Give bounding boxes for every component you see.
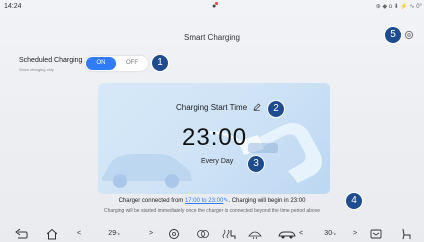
temp-right-decrease-button[interactable]: <: [296, 228, 306, 240]
fan-icon[interactable]: [168, 228, 182, 240]
repeat-label[interactable]: Every Day: [201, 158, 233, 165]
edit-pencil-icon[interactable]: [253, 103, 261, 111]
time-range-link[interactable]: 17:00 to 23:00: [185, 198, 223, 204]
app-indicator-icon: ●: [212, 2, 218, 10]
toggle-off-option[interactable]: OFF: [118, 57, 146, 70]
ac-icon[interactable]: [196, 228, 212, 240]
bottom-navbar: < 29°c > < 30°c >: [0, 226, 424, 242]
callout-5: 5: [385, 27, 401, 43]
scheduled-charging-toggle[interactable]: ON OFF: [85, 56, 148, 71]
temp-left-increase-button[interactable]: >: [146, 228, 156, 240]
callout-3: 3: [248, 156, 264, 172]
back-icon[interactable]: [14, 228, 30, 240]
temp-left-decrease-button[interactable]: <: [74, 228, 84, 240]
charging-note-text: Charging will be started immediately onc…: [104, 208, 320, 214]
scheduled-charging-label: Scheduled Charging: [19, 57, 83, 64]
charging-start-time-value[interactable]: 23:00: [182, 124, 247, 152]
callout-2: 2: [268, 101, 284, 117]
seat-icon[interactable]: [400, 228, 414, 240]
settings-gear-icon[interactable]: [404, 30, 414, 40]
display-icon[interactable]: [370, 228, 384, 240]
seat-heat-icon[interactable]: [222, 228, 238, 240]
right-temperature[interactable]: 30°c: [318, 228, 342, 240]
status-icons: ⊕ ◆ ɑ ⬇ ⚡ ∿ 0°: [375, 4, 422, 10]
defrost-icon[interactable]: [248, 228, 264, 240]
toggle-on-option[interactable]: ON: [86, 57, 116, 70]
callout-1: 1: [152, 55, 168, 71]
temp-right-increase-button[interactable]: >: [350, 228, 360, 240]
status-bar: 14:24 ● ⊕ ◆ ɑ ⬇ ⚡ ∿ 0°: [0, 0, 424, 18]
left-temperature[interactable]: 29°c: [102, 228, 126, 240]
page-title: Smart Charging: [183, 33, 241, 42]
car-icon[interactable]: [278, 228, 296, 240]
callout-4: 4: [346, 193, 362, 209]
scheduled-charging-sublabel: Show charging only: [19, 67, 54, 72]
home-icon[interactable]: [46, 228, 62, 240]
status-time: 14:24: [4, 3, 22, 10]
charging-start-time-label: Charging Start Time: [176, 103, 248, 112]
